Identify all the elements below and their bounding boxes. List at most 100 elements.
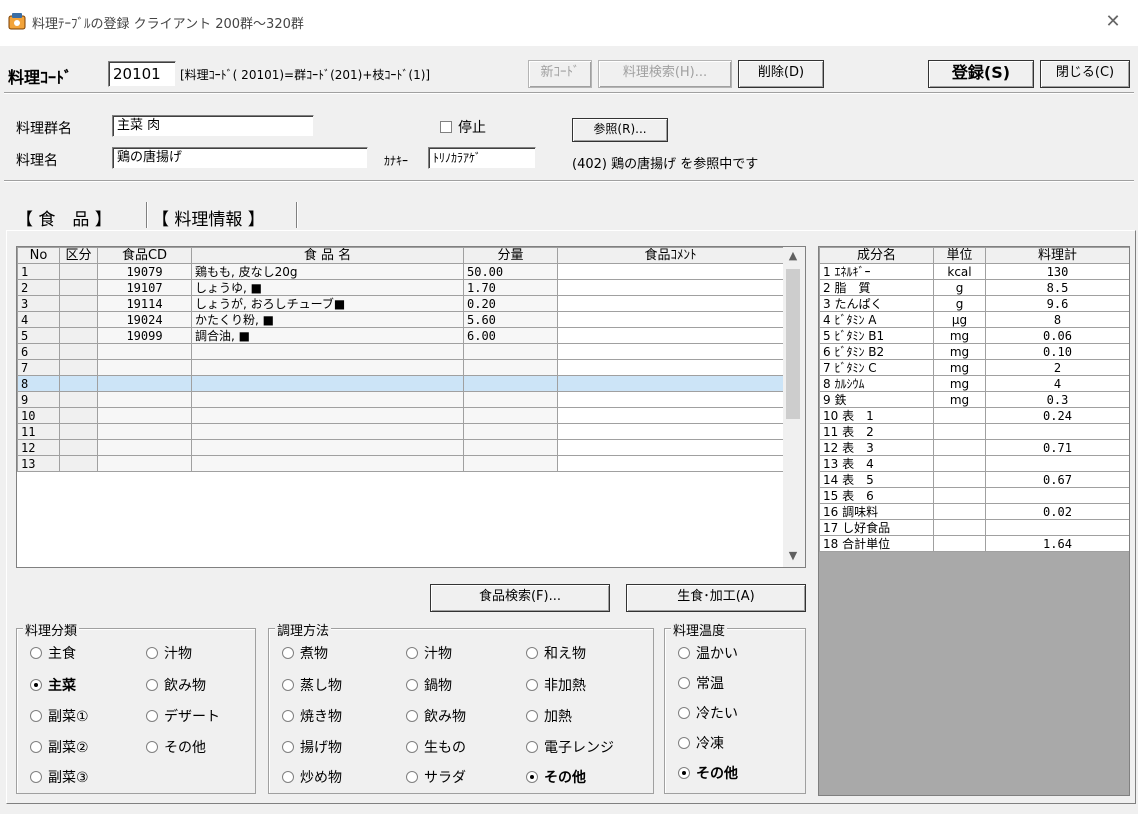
radio-button-icon[interactable]	[30, 647, 42, 659]
row-food-comment[interactable]	[557, 439, 784, 456]
temperature-radio[interactable]: 冷凍	[678, 733, 724, 753]
row-food-name[interactable]	[191, 343, 464, 360]
row-food-code[interactable]	[97, 359, 192, 376]
radio-button-icon[interactable]	[526, 771, 538, 783]
table-row[interactable]: 13	[17, 455, 784, 472]
row-kubun[interactable]	[59, 407, 98, 424]
radio-button-icon[interactable]	[30, 741, 42, 753]
row-quantity[interactable]: 1.70	[463, 279, 558, 296]
radio-button-icon[interactable]	[678, 707, 690, 719]
table-row[interactable]: 1 19079 鶏もも, 皮なし20g 50.00	[17, 263, 784, 280]
row-no[interactable]: 12	[17, 439, 60, 456]
radio-button-icon[interactable]	[30, 710, 42, 722]
radio-button-icon[interactable]	[30, 679, 42, 691]
col-food-name[interactable]: 食 品 名	[191, 247, 464, 264]
radio-button-icon[interactable]	[406, 710, 418, 722]
row-quantity[interactable]	[463, 343, 558, 360]
radio-button-icon[interactable]	[678, 737, 690, 749]
radio-button-icon[interactable]	[282, 647, 294, 659]
tab-dish-info[interactable]: 【 料理情報 】	[152, 205, 265, 230]
method-radio[interactable]: その他	[526, 767, 586, 787]
method-radio[interactable]: 汁物	[406, 643, 452, 663]
row-quantity[interactable]	[463, 375, 558, 392]
row-quantity[interactable]: 6.00	[463, 327, 558, 344]
row-quantity[interactable]	[463, 423, 558, 440]
row-food-comment[interactable]	[557, 407, 784, 424]
row-kubun[interactable]	[59, 391, 98, 408]
radio-button-icon[interactable]	[282, 771, 294, 783]
close-icon[interactable]: ✕	[1096, 7, 1130, 37]
table-row[interactable]: 11	[17, 423, 784, 440]
radio-button-icon[interactable]	[526, 741, 538, 753]
row-food-name[interactable]	[191, 439, 464, 456]
row-no[interactable]: 2	[17, 279, 60, 296]
col-no[interactable]: No	[17, 247, 60, 264]
stop-checkbox[interactable]: 停止	[440, 117, 486, 137]
method-radio[interactable]: 炒め物	[282, 767, 342, 787]
radio-button-icon[interactable]	[406, 647, 418, 659]
row-quantity[interactable]	[463, 359, 558, 376]
temperature-radio[interactable]: その他	[678, 763, 738, 783]
row-food-comment[interactable]	[557, 263, 784, 280]
category-radio[interactable]: 主食	[30, 643, 76, 663]
row-kubun[interactable]	[59, 455, 98, 472]
row-kubun[interactable]	[59, 343, 98, 360]
radio-button-icon[interactable]	[282, 710, 294, 722]
food-grid-scrollbar[interactable]: ▲ ▼	[783, 247, 805, 567]
dish-search-button[interactable]: 料理検索(H)...	[598, 60, 732, 88]
row-food-name[interactable]	[191, 391, 464, 408]
category-radio[interactable]: 汁物	[146, 643, 192, 663]
method-radio[interactable]: サラダ	[406, 767, 466, 787]
row-no[interactable]: 3	[17, 295, 60, 312]
row-food-name[interactable]: しょうが, おろしチューブ■	[191, 295, 464, 312]
method-radio[interactable]: 加熱	[526, 706, 572, 726]
row-food-code[interactable]	[97, 343, 192, 360]
row-food-name[interactable]	[191, 407, 464, 424]
row-food-code[interactable]	[97, 439, 192, 456]
table-row[interactable]: 9	[17, 391, 784, 408]
row-food-code[interactable]: 19024	[97, 311, 192, 328]
row-food-code[interactable]: 19107	[97, 279, 192, 296]
row-food-name[interactable]	[191, 375, 464, 392]
category-radio[interactable]: 副菜③	[30, 767, 89, 787]
radio-button-icon[interactable]	[282, 741, 294, 753]
table-row[interactable]: 8	[17, 375, 784, 392]
row-food-comment[interactable]	[557, 327, 784, 344]
col-kubun[interactable]: 区分	[59, 247, 98, 264]
temperature-radio[interactable]: 温かい	[678, 643, 738, 663]
row-quantity[interactable]: 5.60	[463, 311, 558, 328]
scroll-up-icon[interactable]: ▲	[783, 247, 803, 265]
row-food-comment[interactable]	[557, 343, 784, 360]
row-quantity[interactable]	[463, 391, 558, 408]
category-radio[interactable]: 主菜	[30, 675, 76, 695]
col-food-code[interactable]: 食品CD	[97, 247, 192, 264]
category-radio[interactable]: 飲み物	[146, 675, 206, 695]
radio-button-icon[interactable]	[526, 710, 538, 722]
register-button[interactable]: 登録(S)	[928, 60, 1034, 88]
radio-button-icon[interactable]	[678, 677, 690, 689]
kana-field[interactable]: ﾄﾘﾉｶﾗｱｹﾞ	[428, 147, 536, 169]
row-food-comment[interactable]	[557, 375, 784, 392]
row-food-code[interactable]	[97, 423, 192, 440]
radio-button-icon[interactable]	[146, 647, 158, 659]
row-quantity[interactable]: 0.20	[463, 295, 558, 312]
method-radio[interactable]: 煮物	[282, 643, 328, 663]
reference-button[interactable]: 参照(R)...	[572, 118, 668, 142]
table-row[interactable]: 2 19107 しょうゆ, ■ 1.70	[17, 279, 784, 296]
row-food-code[interactable]	[97, 455, 192, 472]
row-food-code[interactable]: 19099	[97, 327, 192, 344]
radio-button-icon[interactable]	[678, 767, 690, 779]
row-food-code[interactable]	[97, 407, 192, 424]
method-radio[interactable]: 非加熱	[526, 675, 586, 695]
row-food-name[interactable]: 鶏もも, 皮なし20g	[191, 263, 464, 280]
category-radio[interactable]: 副菜①	[30, 706, 89, 726]
raw-processed-button[interactable]: 生食･加工(A)	[626, 584, 806, 612]
row-no[interactable]: 5	[17, 327, 60, 344]
row-no[interactable]: 4	[17, 311, 60, 328]
method-radio[interactable]: 揚げ物	[282, 737, 342, 757]
radio-button-icon[interactable]	[282, 679, 294, 691]
table-row[interactable]: 4 19024 かたくり粉, ■ 5.60	[17, 311, 784, 328]
col-quantity[interactable]: 分量	[463, 247, 558, 264]
radio-button-icon[interactable]	[406, 741, 418, 753]
radio-button-icon[interactable]	[30, 771, 42, 783]
